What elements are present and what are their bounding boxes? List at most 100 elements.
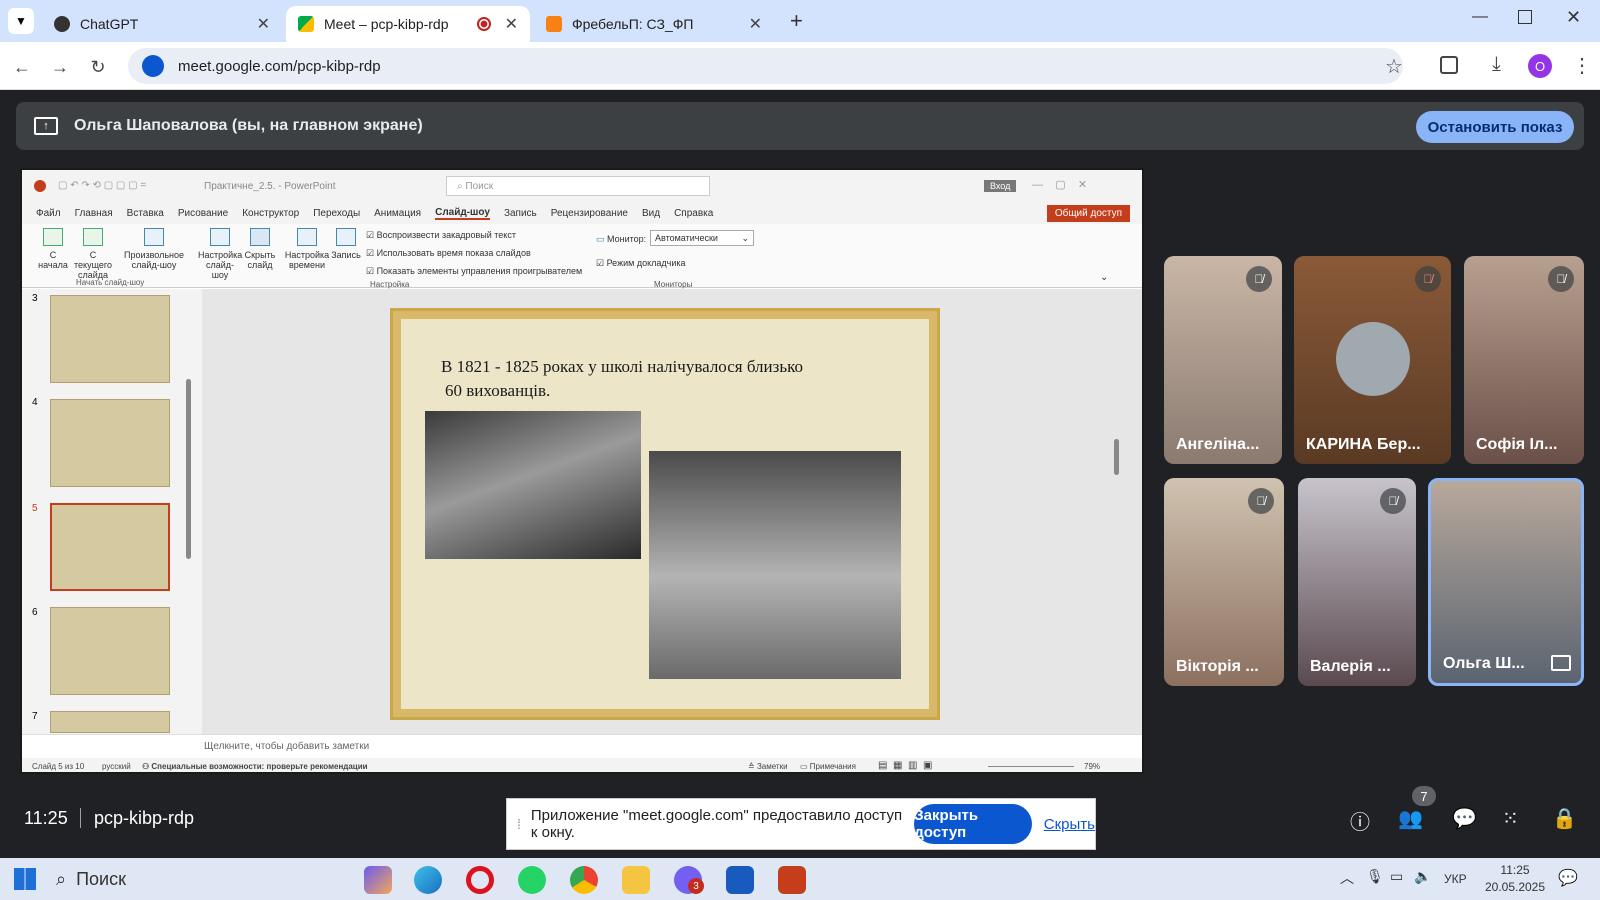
ppt-checkbox-timings[interactable]: ☑ Использовать время показа слайдов (366, 248, 531, 259)
file-explorer-icon[interactable] (622, 866, 650, 894)
ppt-signin-button[interactable]: Вход (984, 180, 1017, 192)
network-icon[interactable]: ▭ (1390, 868, 1403, 885)
thumbnail-scrollbar[interactable] (186, 379, 191, 559)
ppt-menu-review[interactable]: Рецензирование (551, 208, 628, 219)
ppt-menu-design[interactable]: Конструктор (242, 208, 299, 219)
host-controls-icon[interactable]: 🔒 (1552, 806, 1577, 831)
tab-list-dropdown-icon[interactable]: ▼ (8, 8, 34, 34)
windows-start-icon[interactable] (14, 868, 36, 890)
ppt-record-button[interactable]: Запись (330, 228, 362, 260)
powerpoint-taskbar-icon[interactable] (778, 866, 806, 894)
tab-meet[interactable]: Meet – pcp-kibp-rdp ✕ (286, 6, 530, 42)
new-tab-icon[interactable]: + (790, 8, 803, 34)
ppt-custom-show-button[interactable]: Произвольное слайд-шоу (122, 228, 186, 270)
hide-link[interactable]: Скрыть (1044, 816, 1095, 833)
zoom-slider[interactable] (988, 766, 1074, 767)
close-tab-icon[interactable]: ✕ (257, 14, 270, 34)
ppt-notes-pane[interactable]: Щелкните, чтобы добавить заметки (22, 734, 1142, 758)
activities-icon[interactable]: ⁙ (1502, 806, 1519, 831)
ppt-menu-slideshow[interactable]: Слайд-шоу (435, 207, 490, 220)
drag-handle-icon[interactable]: ⁞ (517, 816, 521, 832)
ppt-window-controls[interactable]: — ▢ ✕ (1032, 178, 1087, 191)
chat-icon[interactable]: 💬 (1452, 806, 1477, 831)
avatar (1336, 322, 1410, 396)
download-icon[interactable]: ⤓ (1492, 53, 1501, 76)
input-language[interactable]: УКР (1444, 872, 1467, 886)
participant-tile[interactable]: 🎙̸ Валерія ... (1298, 478, 1416, 686)
slide-thumbnail-7[interactable] (50, 711, 170, 733)
forward-icon[interactable]: → (46, 53, 74, 81)
participant-tile[interactable]: 🎙̸ Вікторія ... (1164, 478, 1284, 686)
browser-menu-icon[interactable]: ⋮ (1572, 53, 1592, 78)
view-buttons[interactable]: ▤ ▦ ▥ ▣ (878, 760, 932, 771)
slide-thumbnail-3[interactable] (50, 295, 170, 383)
participant-tile[interactable]: 🎙̸ Ангеліна... (1164, 256, 1282, 464)
stop-presenting-button[interactable]: Остановить показ (1416, 111, 1574, 143)
microphone-tray-icon[interactable]: 🎙 (1366, 868, 1384, 885)
ppt-search-box[interactable]: ⌕ Поиск (446, 176, 710, 196)
restore-icon[interactable] (1518, 10, 1532, 24)
people-icon[interactable]: 👥 (1398, 806, 1423, 831)
participant-tile-self[interactable]: Ольга Ш... (1428, 478, 1584, 686)
status-notes-button[interactable]: ≙ Заметки (748, 762, 788, 771)
ppt-menu-view[interactable]: Вид (642, 208, 660, 219)
chrome-icon[interactable] (570, 866, 598, 894)
back-icon[interactable]: ← (8, 53, 36, 81)
reload-icon[interactable]: ↻ (84, 53, 112, 81)
ppt-from-current-button[interactable]: С текущего слайда (70, 228, 116, 280)
ppt-checkbox-media-controls[interactable]: ☑ Показать элементы управления проигрыва… (366, 266, 582, 277)
participant-tile[interactable]: 🎙̸ Софія Іл... (1464, 256, 1584, 464)
slide-thumbnail-5[interactable] (50, 503, 170, 591)
ppt-thumbnail-pane: 3 4 5 6 7 (22, 289, 202, 734)
status-comments-button[interactable]: ▭ Примечания (800, 762, 856, 771)
taskbar-search[interactable]: ⌕ Поиск (56, 864, 346, 894)
current-slide[interactable]: В 1821 - 1825 роках у школі налічувалося… (390, 308, 940, 720)
whatsapp-icon[interactable] (518, 866, 546, 894)
ppt-checkbox-narration[interactable]: ☑ Воспроизвести закадровый текст (366, 230, 516, 241)
bookmark-star-icon[interactable]: ☆ (1385, 54, 1403, 79)
editor-scrollbar[interactable] (1114, 439, 1119, 475)
url-bar[interactable]: meet.google.com/pcp-kibp-rdp (128, 48, 1403, 84)
participant-tile[interactable]: 🎙̸ КАРИНА Бер... (1294, 256, 1451, 464)
notifications-icon[interactable]: 💬 (1558, 868, 1578, 888)
tab-chatgpt[interactable]: ChatGPT ✕ (42, 6, 282, 42)
volume-icon[interactable]: 🔈 (1414, 868, 1431, 885)
ppt-checkbox-presenter-view[interactable]: ☑ Режим докладчика (596, 258, 686, 269)
tab-frebel[interactable]: ФребельП: СЗ_ФП ✕ (534, 6, 774, 42)
show-hidden-icons[interactable]: ︿ (1340, 868, 1354, 888)
minimize-icon[interactable]: — (1472, 8, 1488, 26)
slide-thumbnail-4[interactable] (50, 399, 170, 487)
ppt-share-button[interactable]: Общий доступ (1046, 204, 1130, 222)
zoom-level[interactable]: 79% (1084, 762, 1100, 771)
ppt-monitor-select[interactable]: Автоматически ⌄ (650, 230, 754, 246)
ppt-menu-transitions[interactable]: Переходы (313, 208, 360, 219)
close-window-icon[interactable]: ✕ (1566, 7, 1581, 28)
ppt-menu-home[interactable]: Главная (75, 208, 113, 219)
ppt-menu-animations[interactable]: Анимация (374, 208, 421, 219)
close-tab-icon[interactable]: ✕ (505, 14, 518, 34)
ppt-menu-insert[interactable]: Вставка (127, 208, 164, 219)
ppt-menu-file[interactable]: Файл (36, 208, 61, 219)
word-icon[interactable] (726, 866, 754, 894)
ppt-setup-button[interactable]: Настройка слайд-шоу (198, 228, 242, 280)
slide-thumbnail-6[interactable] (50, 607, 170, 695)
edge-icon[interactable] (414, 866, 442, 894)
ppt-menu-help[interactable]: Справка (674, 208, 713, 219)
status-accessibility[interactable]: ⚇ Специальные возможности: проверьте рек… (142, 762, 368, 771)
ppt-from-start-button[interactable]: С начала (36, 228, 70, 270)
opera-icon[interactable] (466, 866, 494, 894)
ppt-hide-slide-button[interactable]: Скрыть слайд (244, 228, 276, 270)
ppt-menu-draw[interactable]: Рисование (178, 208, 228, 219)
copilot-icon[interactable] (364, 866, 392, 894)
site-info-icon[interactable] (142, 55, 164, 77)
taskbar-clock[interactable]: 11:25 20.05.2025 (1480, 862, 1550, 896)
close-tab-icon[interactable]: ✕ (749, 14, 762, 34)
ppt-rehearse-button[interactable]: Настройка времени (284, 228, 330, 270)
close-access-button[interactable]: Закрыть доступ (914, 804, 1032, 844)
pin-fullscreen-icon[interactable] (1551, 655, 1571, 671)
profile-avatar[interactable]: O (1528, 54, 1552, 78)
extensions-icon[interactable] (1440, 56, 1458, 74)
ribbon-collapse-icon[interactable]: ⌄ (1100, 272, 1108, 283)
ppt-menu-record[interactable]: Запись (504, 208, 537, 219)
meeting-info-icon[interactable]: ⓘ (1350, 806, 1370, 835)
